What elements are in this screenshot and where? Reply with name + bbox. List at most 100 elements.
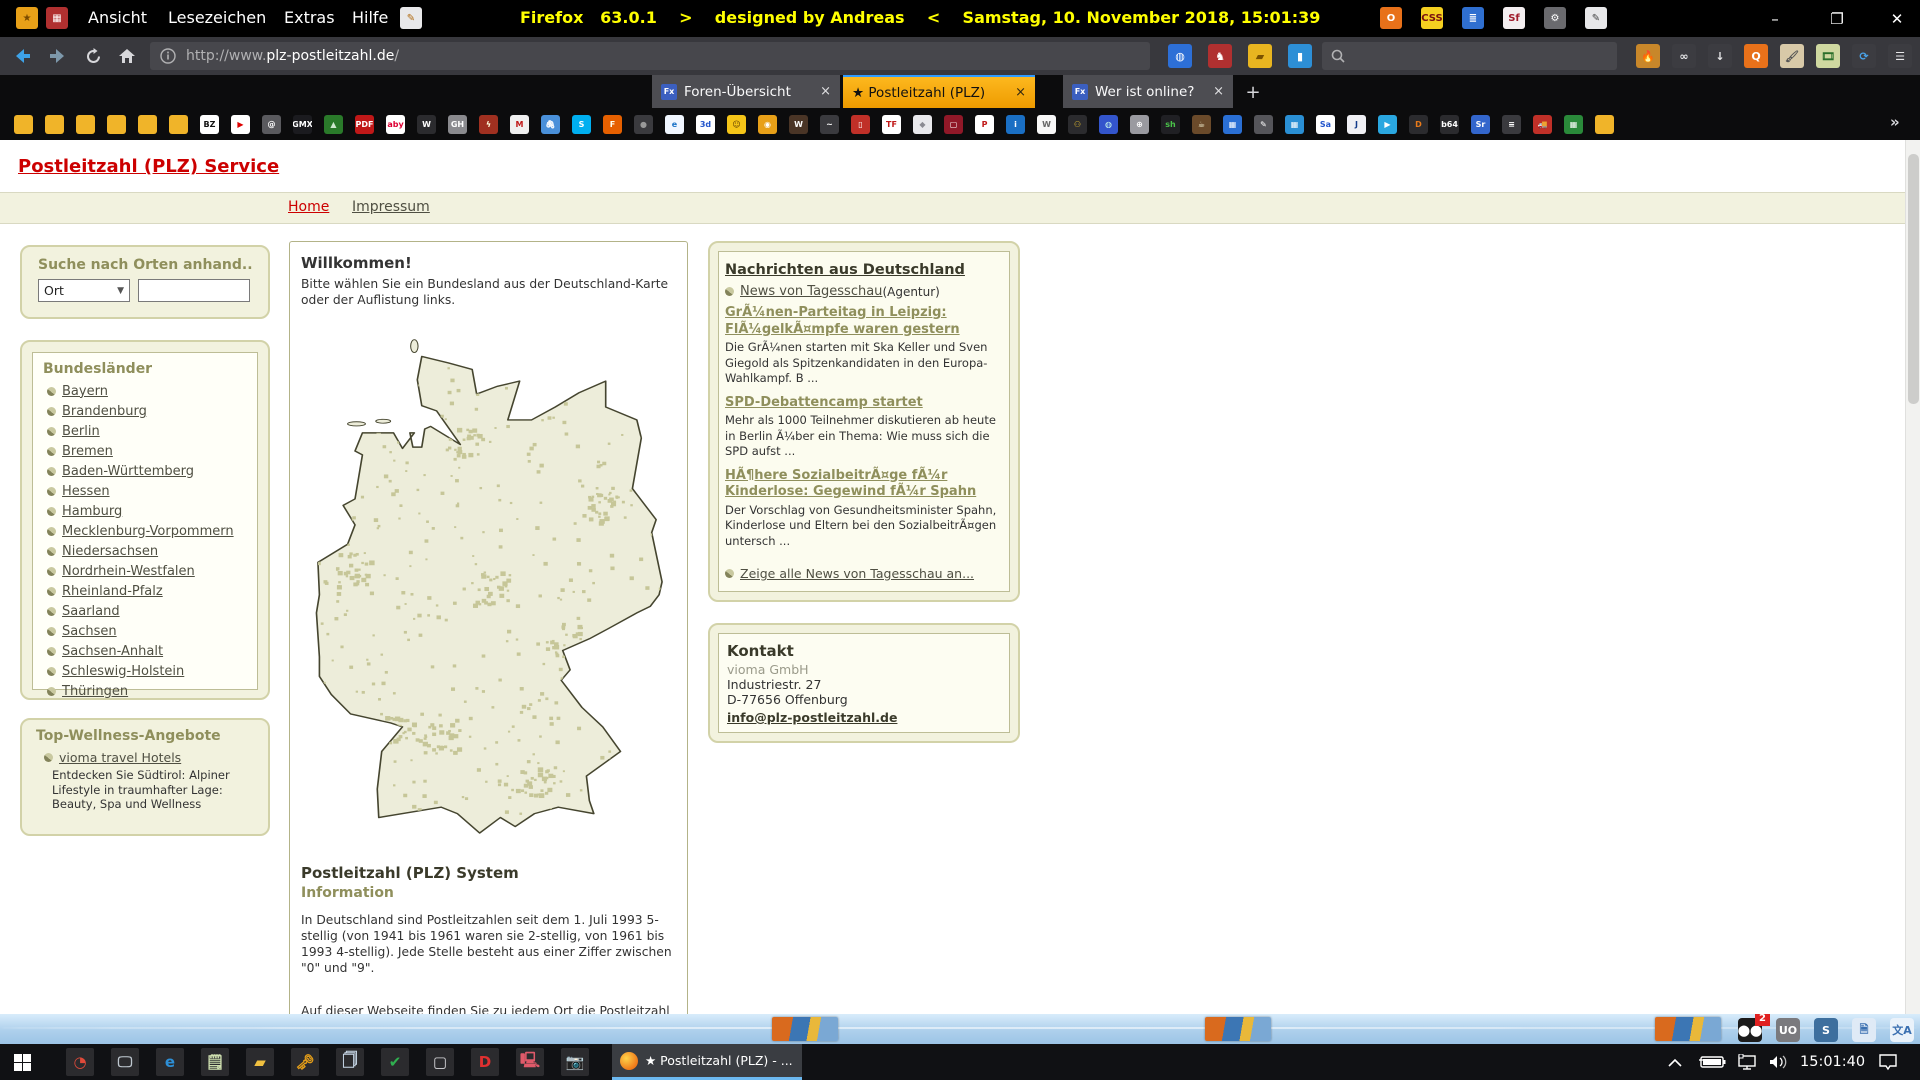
news-item-title[interactable]: HÃ¶here SozialbeitrÃ¤ge fÃ¼r Kinderlose:… <box>725 468 1003 501</box>
nav-tool-icon[interactable]: ◍ <box>1168 44 1192 68</box>
bookmark-icon[interactable]: J <box>1347 115 1366 134</box>
bookmark-icon[interactable]: 3d <box>696 115 715 134</box>
action-center-icon[interactable] <box>1878 1044 1898 1080</box>
tray-chevron-up[interactable] <box>1668 1044 1682 1080</box>
nav-tool-icon[interactable]: ☰ <box>1888 44 1912 68</box>
scrollbar-thumb[interactable] <box>1908 154 1919 404</box>
bookmark-icon[interactable]: ⚇ <box>1068 115 1087 134</box>
taskbar-app-icon[interactable]: 🖵 <box>111 1048 139 1076</box>
bookmark-icon[interactable] <box>1595 115 1614 134</box>
volume-icon[interactable] <box>1768 1044 1792 1080</box>
titlebar-tool-icon[interactable]: CSS <box>1421 7 1443 29</box>
start-button[interactable] <box>8 1048 36 1076</box>
bookmark-icon[interactable]: ▶ <box>1378 115 1397 134</box>
titlebar-tool-icon[interactable]: ≣ <box>1462 7 1484 29</box>
bookmark-icon[interactable] <box>45 115 64 134</box>
bundesland-link[interactable]: Berlin <box>62 424 100 439</box>
bundesland-link[interactable]: Brandenburg <box>62 404 147 419</box>
bookmark-icon[interactable]: ◍ <box>1099 115 1118 134</box>
extension-icon[interactable]: S <box>1814 1018 1838 1042</box>
tab-close-icon[interactable]: × <box>820 84 831 99</box>
minimize-button[interactable]: – <box>1752 0 1798 37</box>
grid-app-icon[interactable]: ▦ <box>46 7 68 29</box>
extension-icon[interactable]: ⬤⬤2 <box>1738 1018 1762 1042</box>
site-title-link[interactable]: Postleitzahl (PLZ) Service <box>18 156 279 177</box>
nav-tool-icon[interactable]: Q <box>1744 44 1768 68</box>
bookmark-icon[interactable] <box>138 115 157 134</box>
bookmark-icon[interactable] <box>14 115 33 134</box>
bookmark-icon[interactable] <box>169 115 188 134</box>
bookmark-icon[interactable]: b64 <box>1440 115 1459 134</box>
bookmark-star-folder-icon[interactable]: ★ <box>16 7 38 29</box>
germany-map[interactable] <box>312 328 668 846</box>
bookmark-icon[interactable] <box>76 115 95 134</box>
bookmark-icon[interactable]: aby <box>386 115 405 134</box>
bookmark-icon[interactable]: GH <box>448 115 467 134</box>
extension-icon[interactable]: 文A <box>1890 1018 1914 1042</box>
bundesland-link[interactable]: Baden-Württemberg <box>62 464 194 479</box>
bookmark-icon[interactable]: ● <box>634 115 653 134</box>
extension-icon[interactable]: 🗎 <box>1852 1018 1876 1042</box>
bookmark-icon[interactable]: 🖇 <box>541 115 560 134</box>
search-ort-input[interactable] <box>138 279 250 302</box>
titlebar-tool-icon[interactable]: ✎ <box>1585 7 1607 29</box>
taskbar-app-icon[interactable]: 🗒 <box>201 1048 229 1076</box>
bookmark-icon[interactable]: S <box>572 115 591 134</box>
page-scrollbar[interactable] <box>1905 140 1920 1014</box>
bundesland-link[interactable]: Nordrhein-Westfalen <box>62 564 195 579</box>
bookmark-icon[interactable]: D <box>1409 115 1428 134</box>
bookmark-icon[interactable]: TF <box>882 115 901 134</box>
nav-tool-icon[interactable]: ▰ <box>1248 44 1272 68</box>
bookmark-icon[interactable]: W <box>417 115 436 134</box>
tab-close-icon[interactable]: × <box>1015 85 1026 100</box>
active-task-button[interactable]: ★ Postleitzahl (PLZ) - ... <box>612 1044 802 1080</box>
nav-tool-icon[interactable]: ↓ <box>1708 44 1732 68</box>
bookmark-icon[interactable]: 🚚 <box>1533 115 1552 134</box>
bookmark-icon[interactable]: ϟ <box>479 115 498 134</box>
taskbar-app-icon[interactable]: 🖳 <box>516 1048 544 1076</box>
bundesland-link[interactable]: Saarland <box>62 604 120 619</box>
url-bar[interactable]: http://www.plz-postleitzahl.de/ <box>150 42 1150 70</box>
bundesland-link[interactable]: Rheinland-Pfalz <box>62 584 163 599</box>
bookmark-icon[interactable]: ▢ <box>944 115 963 134</box>
bundesland-link[interactable]: Thüringen <box>62 684 128 699</box>
network-icon[interactable] <box>1736 1044 1758 1080</box>
taskbar-app-icon[interactable]: ▰ <box>246 1048 274 1076</box>
taskbar-app-icon[interactable]: 🗝 <box>291 1048 319 1076</box>
nav-tool-icon[interactable]: 🔥 <box>1636 44 1660 68</box>
bookmark-icon[interactable]: P <box>975 115 994 134</box>
site-info-icon[interactable] <box>160 48 176 64</box>
bundesland-link[interactable]: Schleswig-Holstein <box>62 664 184 679</box>
nav-tool-icon[interactable]: ♞ <box>1208 44 1232 68</box>
titlebar-tool-icon[interactable]: ⚙ <box>1544 7 1566 29</box>
bookmark-icon[interactable] <box>107 115 126 134</box>
close-button[interactable]: ✕ <box>1874 0 1920 37</box>
new-tab-button[interactable]: + <box>1240 79 1266 105</box>
nav-impressum-link[interactable]: Impressum <box>352 199 430 215</box>
bookmark-icon[interactable]: @ <box>262 115 281 134</box>
extension-icon[interactable]: UO <box>1776 1018 1800 1042</box>
bookmark-icon[interactable]: i <box>1006 115 1025 134</box>
pencil-icon[interactable]: ✎ <box>400 7 422 29</box>
taskbar-app-icon[interactable]: 📷 <box>561 1048 589 1076</box>
news-item-title[interactable]: SPD-Debattencamp startet <box>725 395 1003 412</box>
nav-tool-icon[interactable]: 🖌 <box>1780 44 1804 68</box>
news-item-title[interactable]: GrÃ¼nen-Parteitag in Leipzig: FlÃ¼gelkÃ¤… <box>725 305 1003 338</box>
bundesland-link[interactable]: Mecklenburg-Vorpommern <box>62 524 234 539</box>
bookmark-icon[interactable]: ▶ <box>231 115 250 134</box>
bookmark-icon[interactable]: M <box>510 115 529 134</box>
news-footer-link[interactable]: Zeige alle News von Tagesschau an... <box>740 566 974 581</box>
tab-1[interactable]: FxForen-Übersicht× <box>652 75 840 108</box>
search-type-select[interactable]: Ort ▼ <box>38 279 130 302</box>
forward-button[interactable] <box>42 41 72 71</box>
bundesland-link[interactable]: Bremen <box>62 444 113 459</box>
tab-3[interactable]: FxWer ist online?× <box>1063 75 1233 108</box>
bundesland-link[interactable]: Sachsen <box>62 624 117 639</box>
titlebar-tool-icon[interactable]: Sf <box>1503 7 1525 29</box>
bookmark-icon[interactable]: ▦ <box>1223 115 1242 134</box>
bookmark-icon[interactable]: Sr <box>1471 115 1490 134</box>
reload-button[interactable] <box>78 41 108 71</box>
bundesland-link[interactable]: Sachsen-Anhalt <box>62 644 163 659</box>
bundesland-link[interactable]: Bayern <box>62 384 108 399</box>
taskbar-app-icon[interactable]: ▢ <box>426 1048 454 1076</box>
